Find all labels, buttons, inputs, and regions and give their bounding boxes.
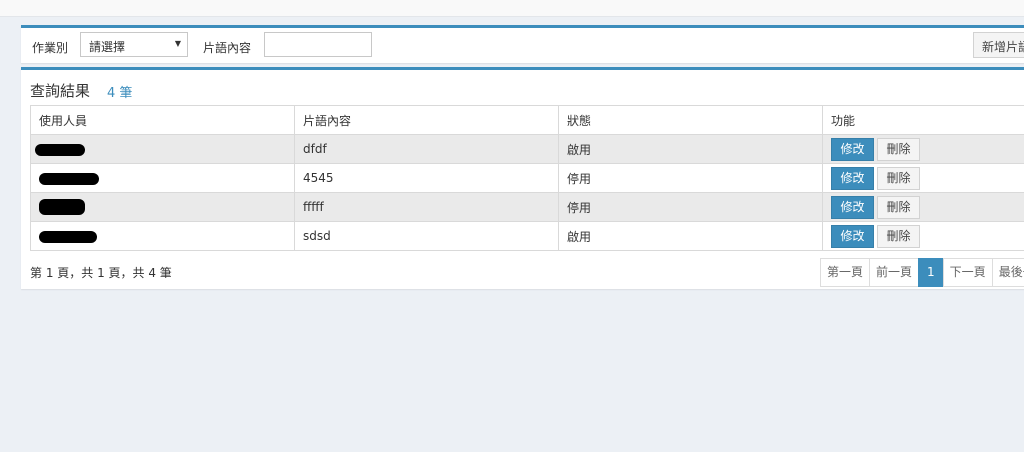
delete-button[interactable]: 刪除 xyxy=(877,166,920,190)
pagination-info: 第 1 頁，共 1 頁，共 4 筆 xyxy=(30,266,172,280)
actions-cell: 修改 刪除 xyxy=(822,192,1024,222)
snippet-label: 片語內容 xyxy=(203,41,252,55)
results-panel: 查詢結果 4 筆 使用人員 片語內容 狀態 功能 dfdf 啟用 修改 刪除 4… xyxy=(21,67,1024,289)
user-cell xyxy=(30,192,295,222)
category-label: 作業別 xyxy=(32,41,69,55)
actions-cell: 修改 刪除 xyxy=(822,163,1024,193)
content-cell: dfdf xyxy=(294,134,559,164)
column-header-actions: 功能 xyxy=(822,105,1024,135)
redacted-user-name xyxy=(39,172,99,185)
edit-button[interactable]: 修改 xyxy=(831,195,874,219)
table-row: 4545 停用 修改 刪除 xyxy=(30,163,1024,193)
next-page-button[interactable]: 下一頁 xyxy=(942,258,993,287)
column-header-content: 片語內容 xyxy=(294,105,559,135)
table-row: dfdf 啟用 修改 刪除 xyxy=(30,134,1024,164)
redacted-user-name xyxy=(39,199,85,215)
delete-button[interactable]: 刪除 xyxy=(877,195,920,219)
pagination: 第一頁 前一頁 1 下一頁 最後一頁 xyxy=(820,258,1024,287)
edit-button[interactable]: 修改 xyxy=(831,166,874,190)
prev-page-button[interactable]: 前一頁 xyxy=(869,258,920,287)
chevron-down-icon: ▼ xyxy=(174,39,181,48)
status-cell: 啟用 xyxy=(558,134,823,164)
snippet-input[interactable] xyxy=(264,32,372,57)
results-table: 使用人員 片語內容 狀態 功能 dfdf 啟用 修改 刪除 4545 停用 修改刪… xyxy=(30,105,1024,251)
category-select-value: 請選擇 xyxy=(89,40,126,54)
edit-button[interactable]: 修改 xyxy=(831,137,874,161)
redacted-user-name xyxy=(35,143,85,156)
last-page-button[interactable]: 最後一頁 xyxy=(991,258,1024,287)
delete-button[interactable]: 刪除 xyxy=(877,224,920,248)
user-cell xyxy=(30,134,295,164)
delete-button[interactable]: 刪除 xyxy=(877,137,920,161)
actions-cell: 修改 刪除 xyxy=(822,134,1024,164)
add-snippet-button[interactable]: 新增片語 xyxy=(973,32,1024,58)
column-header-status: 狀態 xyxy=(558,105,823,135)
current-page-button[interactable]: 1 xyxy=(918,258,944,287)
status-cell: 停用 xyxy=(558,192,823,222)
top-bar xyxy=(0,0,1024,17)
first-page-button[interactable]: 第一頁 xyxy=(820,258,871,287)
table-row: sdsd 啟用 修改 刪除 xyxy=(30,221,1024,251)
results-count: 4 筆 xyxy=(107,86,133,101)
filter-panel: 作業別 請選擇 ▼ 片語內容 新增片語 xyxy=(21,25,1024,63)
category-select[interactable]: 請選擇 ▼ xyxy=(80,32,188,57)
table-header-row: 使用人員 片語內容 狀態 功能 xyxy=(30,105,1024,135)
actions-cell: 修改 刪除 xyxy=(822,221,1024,251)
content-cell: 4545 xyxy=(294,163,559,193)
results-title: 查詢結果 xyxy=(30,82,91,100)
table-row: fffff 停用 修改 刪除 xyxy=(30,192,1024,222)
status-cell: 啟用 xyxy=(558,221,823,251)
user-cell xyxy=(30,163,295,193)
user-cell xyxy=(30,221,295,251)
edit-button[interactable]: 修改 xyxy=(831,224,874,248)
content-cell: fffff xyxy=(294,192,559,222)
redacted-user-name xyxy=(39,230,97,243)
column-header-user: 使用人員 xyxy=(30,105,295,135)
status-cell: 停用 xyxy=(558,163,823,193)
content-cell: sdsd xyxy=(294,221,559,251)
